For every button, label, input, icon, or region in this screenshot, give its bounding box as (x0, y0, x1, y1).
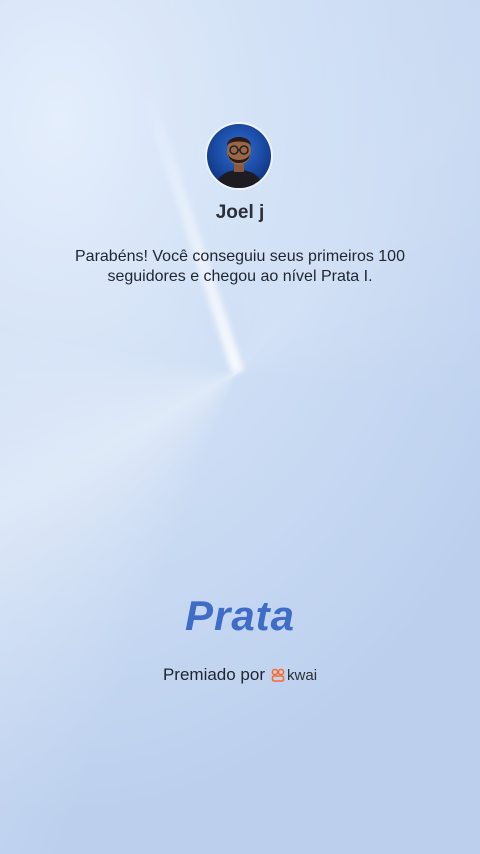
awarded-by-label: Premiado por (162, 665, 266, 684)
avatar (207, 124, 271, 188)
kwai-logo-text: kwai (287, 666, 318, 684)
kwai-logo: kwai (271, 667, 317, 684)
level-title: Prata (184, 592, 296, 639)
awarded-by-row: Premiado por kwai (0, 665, 480, 685)
user-name: Joel j (215, 202, 265, 223)
achievement-message: Parabéns! Você conseguiu seus primeiros … (75, 248, 405, 285)
kwai-logo-icon (271, 668, 285, 682)
